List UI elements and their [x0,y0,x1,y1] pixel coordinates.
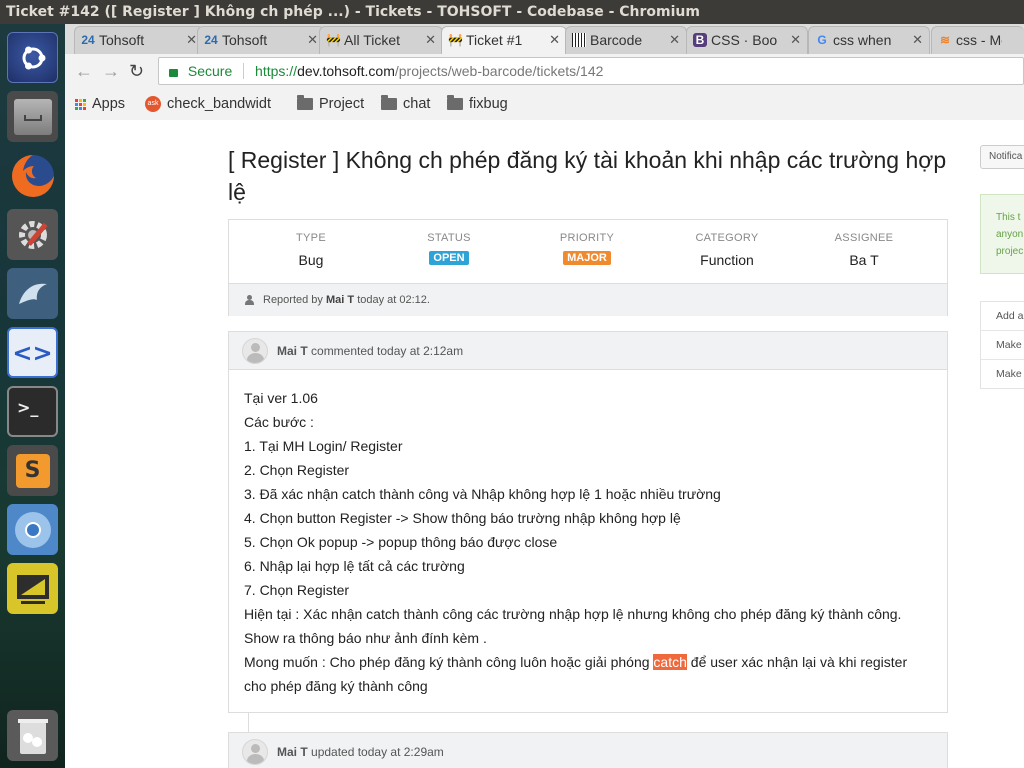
close-icon[interactable]: ✕ [912,27,923,53]
google-icon: G [817,33,827,47]
ubuntu-dash-icon[interactable] [7,32,58,83]
comment-header: Mai T commented today at 2:12am [229,332,947,370]
tab-bar: 24 Tohsoft ✕ 24 Tohsoft ✕ 🚧 All Ticket ✕ 🚧 Tick… [65,24,1024,54]
avatar [242,739,268,765]
tab-barcode[interactable]: Barcode ✕ [565,26,687,54]
tab-google-search[interactable]: Gcss when ✕ [808,26,930,54]
priority-field: PRIORITY MAJOR [559,232,615,265]
close-icon[interactable]: ✕ [790,27,801,53]
comment-box: Mai T commented today at 2:12am Tại ver … [228,331,948,713]
assignee-field: ASSIGNEE Ba T [834,232,894,268]
folder-icon [297,95,313,110]
avatar [242,338,268,364]
chromium-icon[interactable] [7,504,58,555]
tab-css-medium[interactable]: ≋css - Med [931,26,1024,54]
sidebar-action-make-1[interactable]: Make [981,331,1024,360]
status-badge[interactable]: OPEN [429,251,469,265]
code-editor-icon[interactable]: <> [7,327,58,378]
settings-icon[interactable] [7,209,58,260]
update-entry: Mai T updated today at 2:29am [228,732,948,768]
bookmark-project[interactable]: Project [297,88,364,120]
stack-icon: ≋ [939,33,951,47]
close-icon[interactable]: ✕ [186,27,197,53]
ticket-info-box: TYPE Bug STATUS OPEN PRIORITY MAJOR CATE… [228,219,948,316]
bookmarks-bar: Apps ask check_bandwidt Project chat fix… [65,88,1024,120]
folder-icon [381,95,397,110]
project-info-box: This t anyon projec [980,194,1024,274]
comment-author[interactable]: Mai T [277,344,308,358]
barcode-icon [572,33,586,47]
close-icon[interactable]: ✕ [669,27,680,53]
bookmark-check-bandwidth[interactable]: ask check_bandwidt [145,88,285,120]
apps-grid-icon [75,98,86,110]
sidebar-actions: Add a Make Make [980,301,1024,389]
comment-body: Tại ver 1.06 Các bước : 1. Tại MH Login/… [244,386,934,698]
launcher: <> >_ S [0,24,65,768]
notifications-button[interactable]: Notifica [980,145,1024,169]
address-bar[interactable]: Secure https://dev.tohsoft.com/projects/… [158,57,1024,85]
tab-css-bootstrap[interactable]: B CSS · Boo ✕ [686,26,808,54]
codebase-icon: 🚧 [326,33,341,47]
forward-icon[interactable]: → [102,61,120,81]
timeline-connector [248,713,249,732]
browser-chrome: 24 Tohsoft ✕ 24 Tohsoft ✕ 🚧 All Ticket ✕ 🚧 Tick… [65,24,1024,120]
update-header: Mai T updated today at 2:29am [229,733,947,768]
24-icon: 24 [204,33,218,47]
url-scheme: https:// [255,63,298,79]
tab-ticket-142[interactable]: 🚧 Ticket #1 ✕ [441,26,567,54]
bookmark-chat[interactable]: chat [381,88,430,120]
24-icon: 24 [81,33,95,47]
sublime-text-icon[interactable]: S [7,445,58,496]
sidebar-action-add[interactable]: Add a [981,302,1024,331]
wish-line: Mong muốn : Cho phép đăng ký thành công … [244,654,908,670]
bookmark-fixbug[interactable]: fixbug [447,88,508,120]
tab-tohsoft-1[interactable]: 24 Tohsoft ✕ [74,26,204,54]
bootstrap-icon: B [693,33,707,47]
files-icon[interactable] [7,91,58,142]
page-content: [ Register ] Không ch phép đăng ký tài k… [65,120,1024,768]
update-author[interactable]: Mai T [277,745,308,759]
close-icon[interactable]: ✕ [549,27,560,53]
folder-icon [447,95,463,110]
reporter-name[interactable]: Mai T [326,294,354,306]
codebase-icon: 🚧 [448,33,463,47]
back-icon[interactable]: ← [75,61,93,81]
mysql-workbench-icon[interactable] [7,268,58,319]
geometry-app-icon[interactable] [7,563,58,614]
type-field: TYPE Bug [296,232,326,268]
url-host: dev.tohsoft.com [297,63,395,79]
tab-all-tickets[interactable]: 🚧 All Ticket ✕ [319,26,443,54]
priority-badge[interactable]: MAJOR [563,251,611,265]
close-icon[interactable]: ✕ [425,27,436,53]
trash-icon[interactable] [7,710,58,761]
reload-icon[interactable]: ↻ [129,61,144,81]
ask-icon: ask [145,96,161,112]
category-field: CATEGORY Function [695,232,759,268]
lock-icon [169,69,178,77]
ticket-title: [ Register ] Không ch phép đăng ký tài k… [228,147,947,205]
status-field: STATUS OPEN [427,232,471,265]
user-icon [245,295,254,305]
comment-meta: commented today at 2:12am [311,344,464,358]
reported-by: Reported by Mai T today at 02:12. [229,283,947,316]
url-path: /projects/web-barcode/tickets/142 [394,63,604,79]
close-icon[interactable]: ✕ [307,27,318,53]
window-title: Ticket #142 ([ Register ] Không ch phép … [0,0,1024,24]
secure-label: Secure [187,63,233,79]
update-meta: updated today at 2:29am [311,745,444,759]
tab-tohsoft-2[interactable]: 24 Tohsoft ✕ [197,26,325,54]
firefox-icon[interactable] [7,150,58,201]
bookmark-apps[interactable]: Apps [75,88,125,120]
search-highlight: catch [653,654,687,670]
sidebar-action-make-2[interactable]: Make [981,360,1024,389]
terminal-icon[interactable]: >_ [7,386,58,437]
